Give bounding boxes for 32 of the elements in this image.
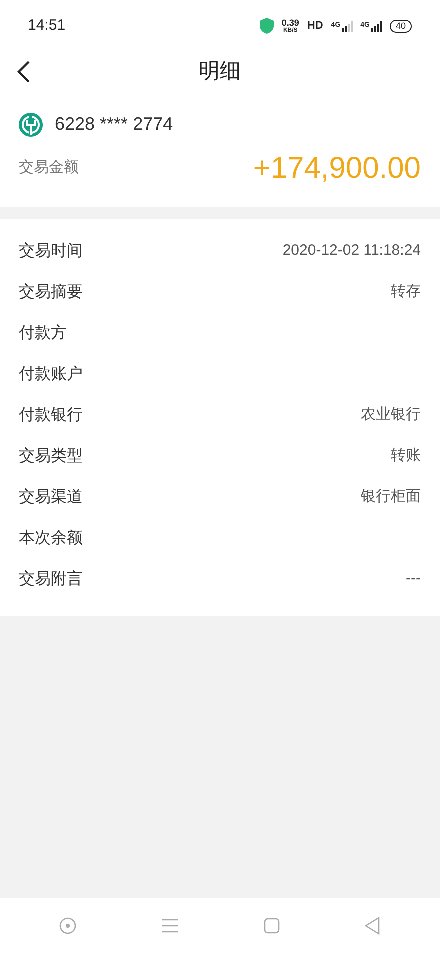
detail-label: 交易渠道 bbox=[19, 488, 83, 508]
shield-icon bbox=[260, 18, 274, 34]
assistant-icon[interactable] bbox=[58, 916, 77, 934]
detail-value: 2020-12-02 11:18:24 bbox=[282, 241, 421, 262]
detail-value: 转账 bbox=[391, 446, 421, 466]
amount-label: 交易金额 bbox=[19, 158, 79, 178]
detail-value: 银行柜面 bbox=[361, 487, 421, 508]
home-icon[interactable] bbox=[264, 918, 280, 934]
transaction-amount: +174,900.00 bbox=[253, 151, 421, 187]
page-title: 明细 bbox=[199, 59, 241, 86]
card-number: 6228 **** 2774 bbox=[55, 113, 174, 136]
hd-indicator: HD bbox=[307, 18, 324, 34]
detail-label: 交易摘要 bbox=[19, 282, 83, 302]
detail-label: 本次余额 bbox=[19, 528, 83, 548]
detail-label: 交易类型 bbox=[19, 446, 83, 466]
bank-logo-icon bbox=[19, 112, 43, 136]
menu-icon[interactable] bbox=[162, 918, 178, 932]
detail-label: 付款银行 bbox=[19, 406, 83, 426]
network-speed: 0.39 bbox=[282, 18, 300, 28]
back-icon[interactable] bbox=[365, 916, 382, 934]
detail-value: 农业银行 bbox=[361, 405, 421, 426]
back-button[interactable] bbox=[16, 60, 32, 84]
detail-label: 付款方 bbox=[19, 324, 67, 344]
status-time: 14:51 bbox=[28, 16, 66, 36]
battery-indicator: 40 bbox=[390, 20, 412, 32]
signal-icon bbox=[370, 20, 382, 32]
detail-label: 付款账户 bbox=[19, 364, 83, 384]
signal-icon bbox=[342, 20, 353, 32]
detail-value: 转存 bbox=[391, 282, 421, 302]
detail-label: 交易时间 bbox=[19, 242, 83, 262]
detail-value: --- bbox=[406, 569, 421, 590]
detail-label: 交易附言 bbox=[19, 570, 83, 590]
